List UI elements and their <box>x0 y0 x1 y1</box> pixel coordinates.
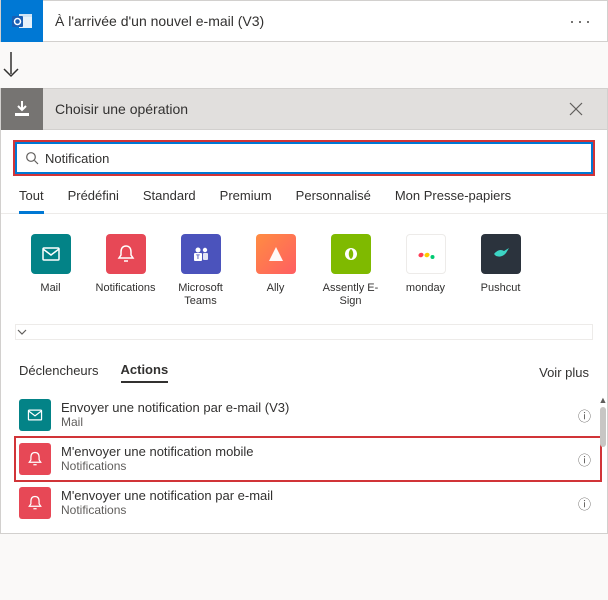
tab-custom[interactable]: Personnalisé <box>296 188 371 213</box>
connector-grid: Mail Notifications T Microsoft Teams All… <box>1 214 607 318</box>
pushcut-icon <box>481 234 521 274</box>
action-title: M'envoyer une notification par e-mail <box>61 488 562 503</box>
trigger-card[interactable]: À l'arrivée d'un nouvel e-mail (V3) ··· <box>0 0 608 42</box>
connector-label: Microsoft Teams <box>163 282 238 308</box>
trigger-title: À l'arrivée d'un nouvel e-mail (V3) <box>43 13 563 29</box>
action-list: ▲ Envoyer une notification par e-mail (V… <box>1 393 607 533</box>
connector-label: Mail <box>13 282 88 295</box>
teams-icon: T <box>181 234 221 274</box>
tab-builtin[interactable]: Prédéfini <box>68 188 119 213</box>
scrollbar[interactable]: ▲ <box>599 395 607 455</box>
flow-arrow-icon <box>0 42 608 88</box>
close-button[interactable] <box>569 102 599 116</box>
connector-ally[interactable]: Ally <box>238 234 313 308</box>
assently-icon <box>331 234 371 274</box>
svg-text:T: T <box>196 255 200 261</box>
search-box[interactable] <box>15 142 593 174</box>
tab-premium[interactable]: Premium <box>220 188 272 213</box>
info-icon[interactable]: ⓘ <box>572 450 597 469</box>
connector-monday[interactable]: monday <box>388 234 463 308</box>
see-more-link[interactable]: Voir plus <box>539 365 589 380</box>
tab-actions[interactable]: Actions <box>121 362 169 383</box>
action-subtitle: Notifications <box>61 459 562 474</box>
bell-icon <box>106 234 146 274</box>
connector-notifications[interactable]: Notifications <box>88 234 163 308</box>
bell-icon <box>19 443 51 475</box>
action-subtitle: Mail <box>61 415 562 430</box>
connector-label: Pushcut <box>463 282 538 295</box>
action-title: Envoyer une notification par e-mail (V3) <box>61 400 562 415</box>
choose-operation-title: Choisir une opération <box>43 101 569 117</box>
bell-icon <box>19 487 51 519</box>
tab-all[interactable]: Tout <box>19 188 44 214</box>
action-subtitle: Notifications <box>61 503 562 518</box>
tab-clipboard[interactable]: Mon Presse-papiers <box>395 188 511 213</box>
action-send-me-email-notification[interactable]: M'envoyer une notification par e-mail No… <box>15 481 601 525</box>
info-icon[interactable]: ⓘ <box>572 494 597 513</box>
monday-icon <box>406 234 446 274</box>
trigger-more-button[interactable]: ··· <box>563 11 599 32</box>
mail-icon <box>31 234 71 274</box>
action-send-email-notification[interactable]: Envoyer une notification par e-mail (V3)… <box>15 393 601 437</box>
ally-icon <box>256 234 296 274</box>
search-input[interactable] <box>45 151 583 166</box>
choose-operation-icon <box>1 88 43 130</box>
info-icon[interactable]: ⓘ <box>572 406 597 425</box>
scope-tabs: Tout Prédéfini Standard Premium Personna… <box>1 174 607 214</box>
choose-operation-header: Choisir une opération <box>0 88 608 130</box>
expand-connectors-button[interactable] <box>15 324 593 340</box>
tab-triggers[interactable]: Déclencheurs <box>19 363 99 382</box>
outlook-icon <box>1 0 43 42</box>
search-icon <box>25 151 39 165</box>
action-title: M'envoyer une notification mobile <box>61 444 562 459</box>
connector-assently[interactable]: Assently E-Sign <box>313 234 388 308</box>
connector-label: Assently E-Sign <box>313 282 388 308</box>
tab-standard[interactable]: Standard <box>143 188 196 213</box>
operation-panel: Tout Prédéfini Standard Premium Personna… <box>0 130 608 534</box>
section-tabs: Déclencheurs Actions Voir plus <box>1 340 607 393</box>
connector-label: monday <box>388 282 463 295</box>
action-send-mobile-notification[interactable]: M'envoyer une notification mobile Notifi… <box>15 437 601 481</box>
connector-teams[interactable]: T Microsoft Teams <box>163 234 238 308</box>
connector-pushcut[interactable]: Pushcut <box>463 234 538 308</box>
connector-label: Notifications <box>88 282 163 295</box>
mail-icon <box>19 399 51 431</box>
connector-label: Ally <box>238 282 313 295</box>
connector-mail[interactable]: Mail <box>13 234 88 308</box>
